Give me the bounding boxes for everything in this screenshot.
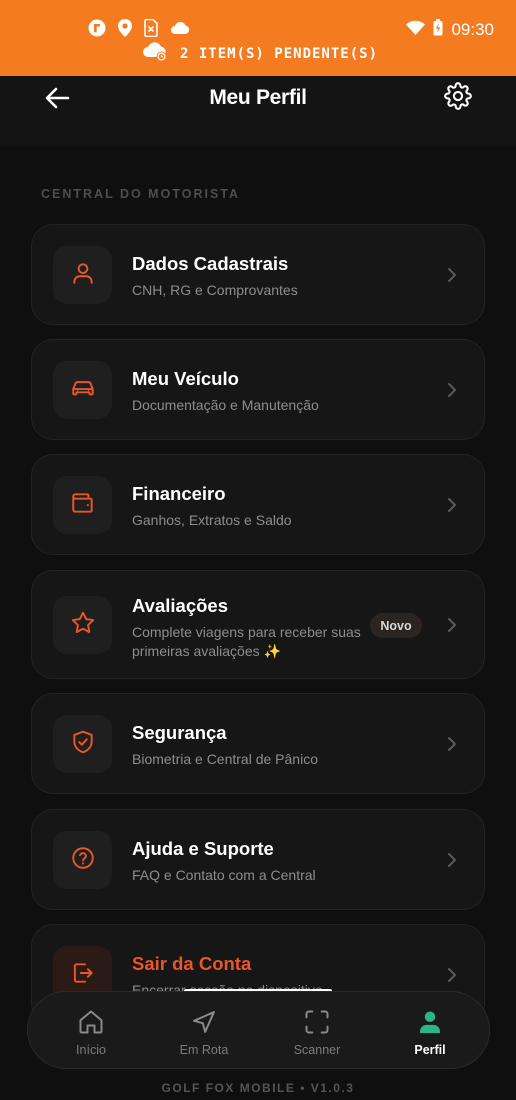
cloud-sync-icon xyxy=(142,40,168,67)
card-icon-container xyxy=(53,476,112,534)
card-subtitle: CNH, RG e Comprovantes xyxy=(132,282,298,298)
nav-label: Início xyxy=(76,1043,106,1057)
card-subtitle: Documentação e Manutenção xyxy=(132,397,319,413)
logout-icon xyxy=(70,960,96,991)
navigation-icon xyxy=(190,1008,218,1041)
card-title: Segurança xyxy=(132,722,227,743)
card-title: Dados Cadastrais xyxy=(132,253,289,274)
chevron-right-icon xyxy=(442,734,462,754)
nav-label: Perfil xyxy=(414,1043,446,1057)
status-icons-right: 09:30 xyxy=(406,19,494,41)
card-icon-container xyxy=(53,596,112,654)
nav-label: Scanner xyxy=(293,1043,341,1057)
nav-item-scanner[interactable]: Scanner xyxy=(267,992,367,1070)
page-title: Meu Perfil xyxy=(209,86,307,109)
bottom-navigation: Início Em Rota Scanner Perfil xyxy=(27,991,490,1069)
user-icon xyxy=(70,260,96,291)
car-icon xyxy=(70,375,96,406)
nav-item-perfil[interactable]: Perfil xyxy=(380,992,480,1070)
chevron-right-icon xyxy=(442,965,462,985)
wifi-icon xyxy=(406,20,426,40)
profile-icon xyxy=(416,1008,444,1041)
card-title: Sair da Conta xyxy=(132,953,252,974)
app-version: GOLF FOX MOBILE • V1.0.3 xyxy=(161,1081,355,1095)
scan-icon xyxy=(303,1008,331,1041)
shield-check-icon xyxy=(70,729,96,760)
status-icons-left xyxy=(88,19,190,37)
card-title: Meu Veículo xyxy=(132,368,239,389)
chevron-right-icon xyxy=(442,380,462,400)
status-time: 09:30 xyxy=(451,20,494,39)
nav-label: Em Rota xyxy=(179,1043,229,1057)
nav-item-em-rota[interactable]: Em Rota xyxy=(154,992,254,1070)
menu-item-financeiro[interactable]: Financeiro Ganhos, Extratos e Saldo xyxy=(31,454,485,555)
cloud-icon xyxy=(170,21,190,35)
app-notification-icon xyxy=(88,19,106,37)
pending-items-text: 2 ITEM(S) PENDENTE(S) xyxy=(180,45,379,62)
card-title: Financeiro xyxy=(132,483,226,504)
card-subtitle: Biometria e Central de Pânico xyxy=(132,751,318,767)
wallet-icon xyxy=(70,490,96,521)
card-subtitle: Complete viagens para receber suas prime… xyxy=(132,624,361,659)
profile-screen: Meu Perfil CENTRAL DO MOTORISTA Dados Ca… xyxy=(0,76,516,1100)
card-title: Avaliações xyxy=(132,595,228,616)
star-icon xyxy=(70,610,96,641)
home-icon xyxy=(77,1008,105,1041)
menu-item-avaliacoes[interactable]: Avaliações Complete viagens para receber… xyxy=(31,570,485,679)
section-label: CENTRAL DO MOTORISTA xyxy=(41,187,241,201)
pending-sync-indicator: 2 ITEM(S) PENDENTE(S) xyxy=(142,40,378,67)
new-badge: Novo xyxy=(370,613,422,638)
menu-item-ajuda-suporte[interactable]: Ajuda e Suporte FAQ e Contato com a Cent… xyxy=(31,809,485,910)
app-bar: Meu Perfil xyxy=(0,76,516,148)
card-icon-container xyxy=(53,246,112,304)
card-icon-container xyxy=(53,831,112,889)
card-title: Ajuda e Suporte xyxy=(132,838,274,859)
battery-icon xyxy=(433,19,443,41)
menu-item-seguranca[interactable]: Segurança Biometria e Central de Pânico xyxy=(31,693,485,794)
chevron-right-icon xyxy=(442,850,462,870)
menu-item-meu-veiculo[interactable]: Meu Veículo Documentação e Manutenção xyxy=(31,339,485,440)
chevron-right-icon xyxy=(442,265,462,285)
location-icon xyxy=(118,19,132,37)
menu-item-dados-cadastrais[interactable]: Dados Cadastrais CNH, RG e Comprovantes xyxy=(31,224,485,325)
card-subtitle: Ganhos, Extratos e Saldo xyxy=(132,512,292,528)
card-subtitle: FAQ e Contato com a Central xyxy=(132,867,316,883)
gear-icon xyxy=(444,82,472,114)
help-circle-icon xyxy=(70,845,96,876)
settings-button[interactable] xyxy=(444,82,472,110)
card-icon-container xyxy=(53,361,112,419)
chevron-right-icon xyxy=(442,495,462,515)
chevron-right-icon xyxy=(442,615,462,635)
nav-item-inicio[interactable]: Início xyxy=(41,992,141,1070)
status-bar: 09:30 2 ITEM(S) PENDENTE(S) xyxy=(0,0,516,76)
sim-icon xyxy=(144,19,158,37)
card-icon-container xyxy=(53,715,112,773)
